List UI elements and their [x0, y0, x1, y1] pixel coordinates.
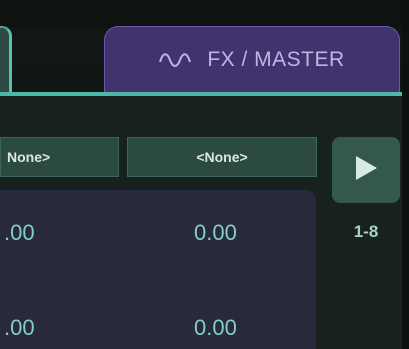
- value-r1-c2[interactable]: 0.00: [194, 220, 237, 246]
- header-select-2[interactable]: <None>: [127, 137, 317, 177]
- header-select-1[interactable]: None>: [0, 137, 119, 177]
- tab-left-partial[interactable]: [0, 26, 12, 96]
- app-root: FX / MASTER None> <None> 1-8 .00 0.00 .0…: [0, 0, 409, 349]
- waveform-icon: [159, 50, 193, 70]
- play-button[interactable]: [332, 137, 400, 203]
- range-label: 1-8: [353, 222, 379, 241]
- tab-fx-master[interactable]: FX / MASTER: [104, 26, 400, 92]
- value-r2-c2[interactable]: 0.00: [194, 315, 237, 341]
- right-edge: [402, 0, 409, 349]
- value-r2-c1[interactable]: .00: [4, 315, 35, 341]
- play-icon: [353, 154, 379, 186]
- tab-fx-master-label: FX / MASTER: [207, 47, 345, 71]
- values-area: .00 0.00 .00 0.00: [0, 190, 316, 349]
- top-bar: [0, 0, 409, 28]
- value-r1-c1[interactable]: .00: [4, 220, 35, 246]
